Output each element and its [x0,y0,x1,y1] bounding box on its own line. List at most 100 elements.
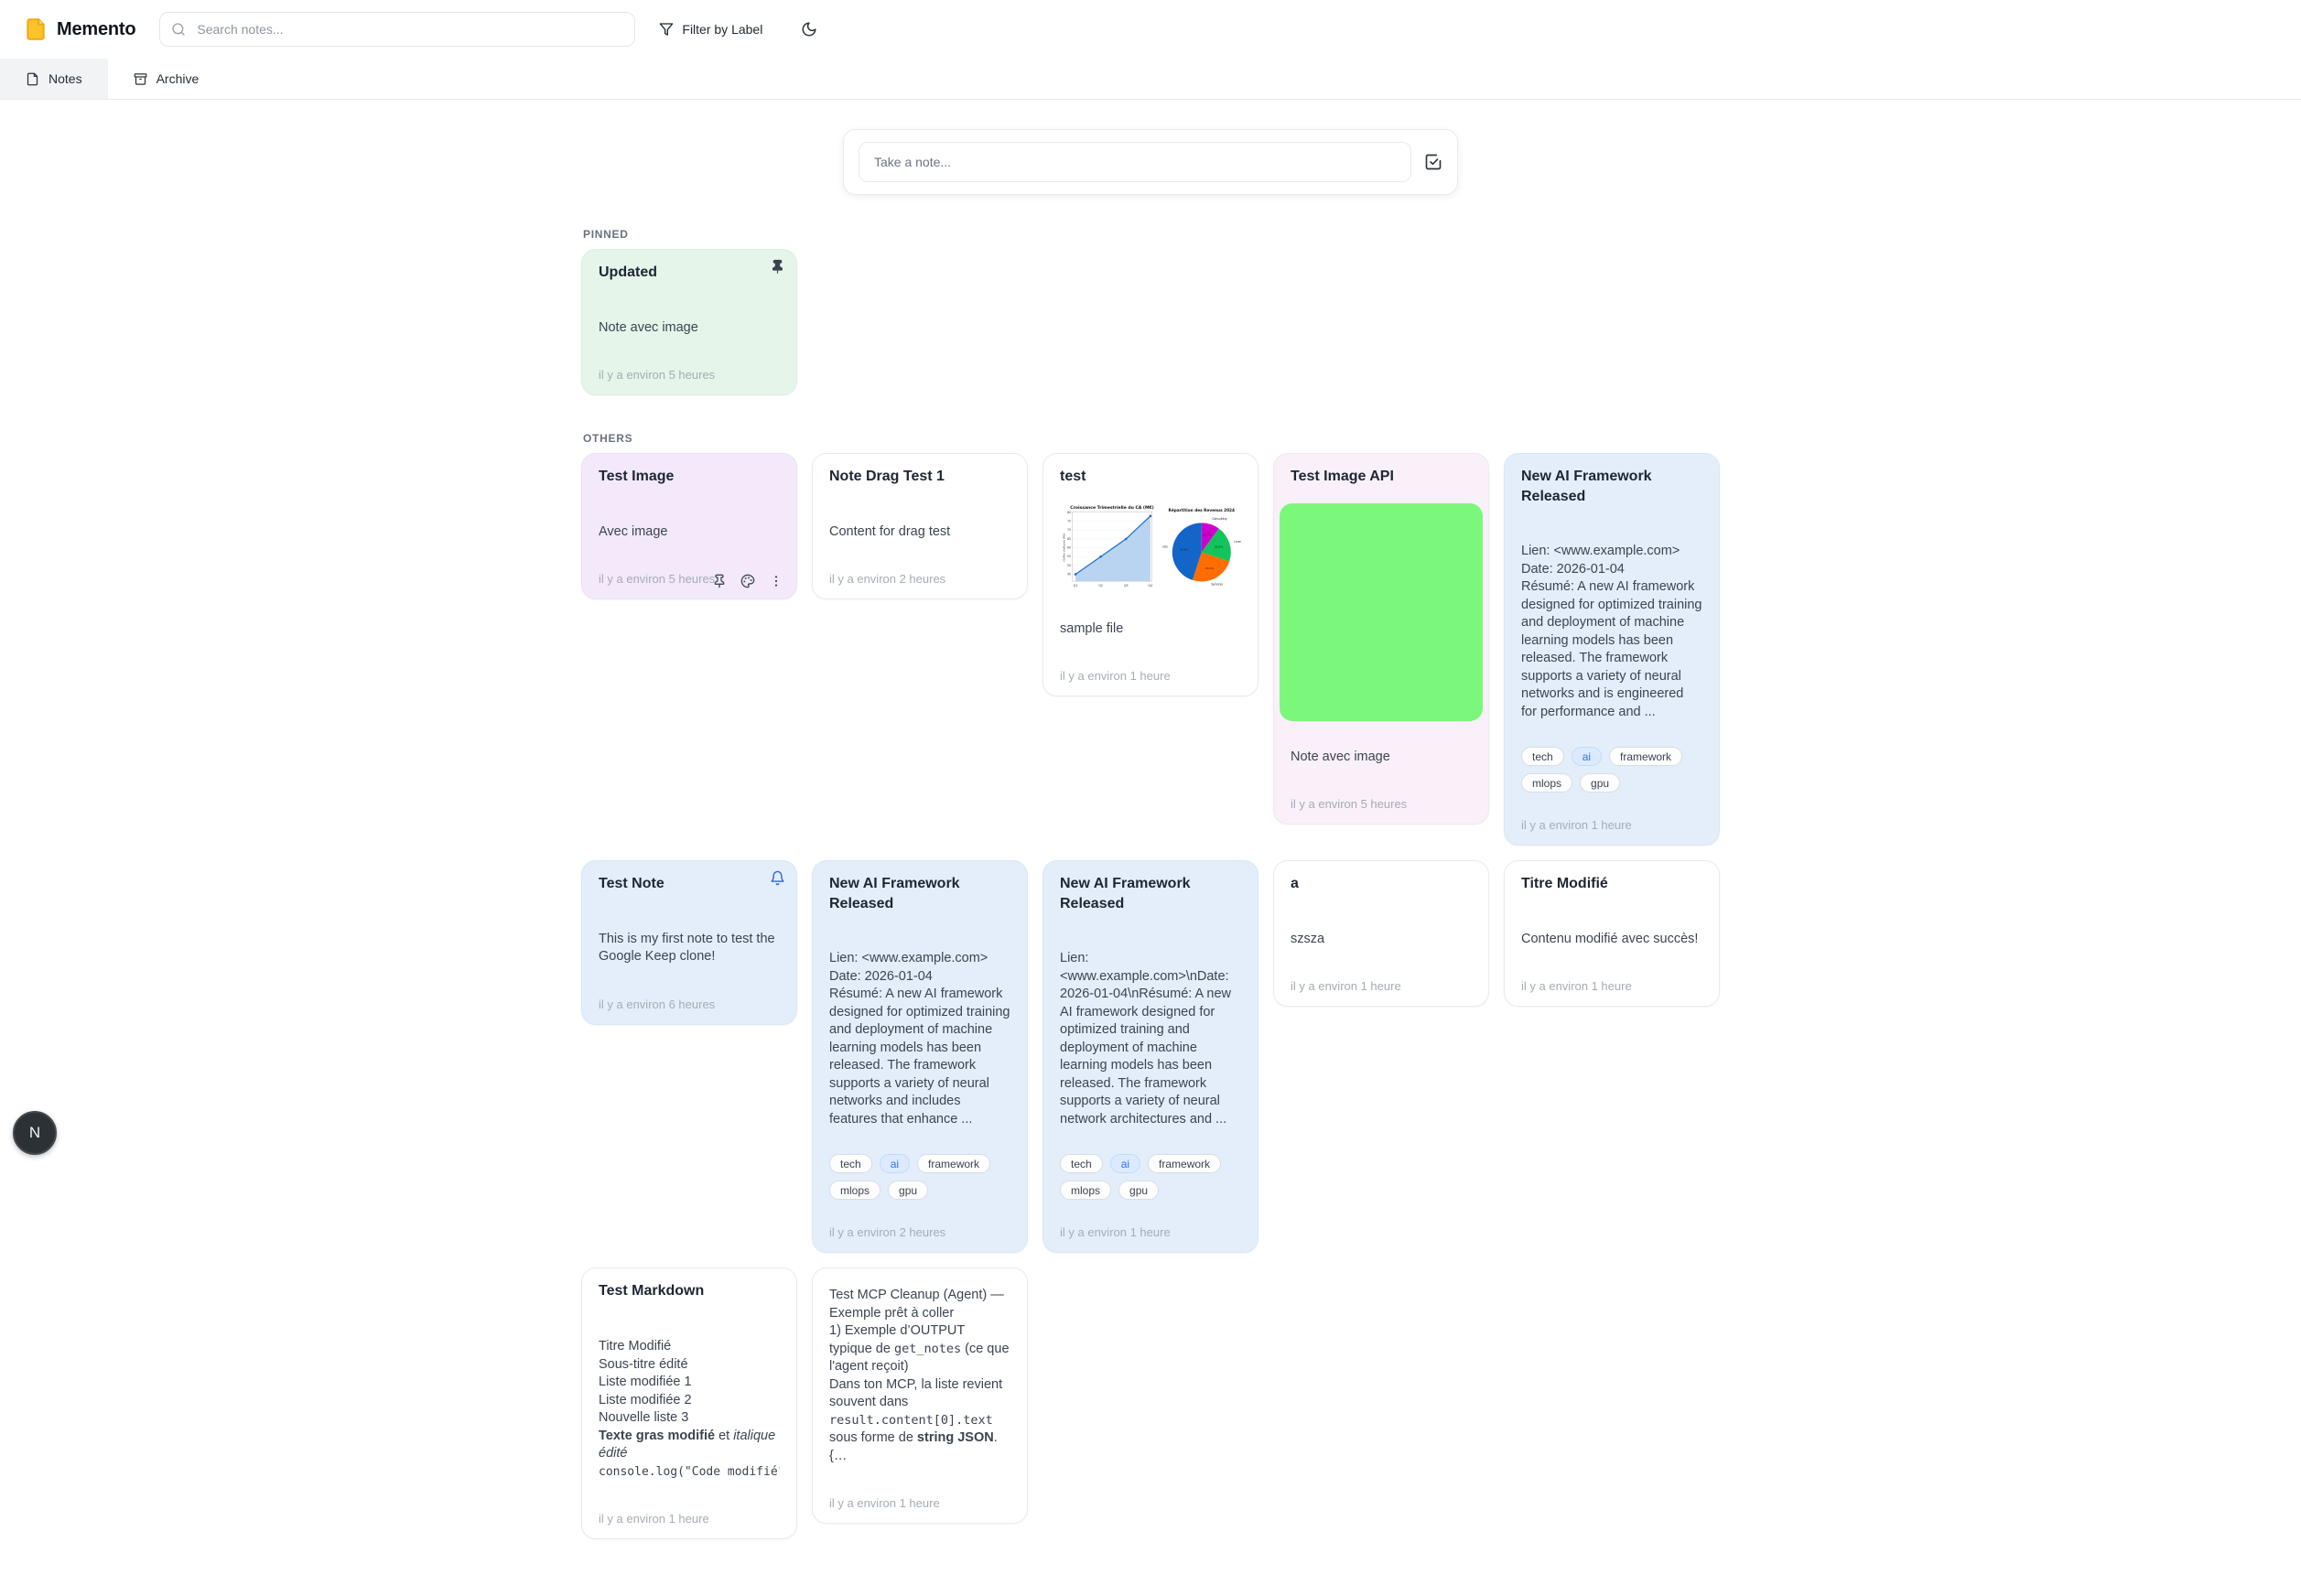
note-title: Test Note [599,874,780,894]
note-content: Test MCP Cleanup (Agent) — Exemple prêt … [829,1287,1010,1465]
pin-icon[interactable] [712,574,727,588]
note-tags: tech ai framework mlops gpu [829,1154,1010,1200]
svg-text:55: 55 [1067,555,1071,558]
md-code-line: console.log("Code modifié"); [599,1463,780,1482]
tag-mlops[interactable]: mlops [1060,1181,1111,1200]
note-content: Lien: <www.example.com> Date: 2026-01-04… [1521,543,1702,721]
tag-tech[interactable]: tech [1521,747,1564,766]
take-note-input[interactable] [859,142,1411,182]
note-card-test[interactable]: test Croissance Trimestrielle du CA (M€) [1042,453,1259,696]
svg-text:Services: Services [1212,582,1224,586]
note-title: Note Drag Test 1 [829,467,1010,487]
tag-gpu[interactable]: gpu [1580,773,1620,793]
tag-framework[interactable]: framework [1148,1154,1221,1173]
search-input[interactable] [159,12,635,47]
note-timestamp: il y a environ 6 heures [599,998,780,1011]
archive-icon [134,72,147,86]
line-chart-image: Croissance Trimestrielle du CA (M€) [1060,500,1157,597]
tag-mlops[interactable]: mlops [829,1181,880,1200]
note-timestamp: il y a environ 1 heure [1521,979,1702,993]
svg-text:50: 50 [1067,563,1071,566]
svg-text:45: 45 [1067,572,1071,576]
note-tags: tech ai framework mlops gpu [1521,747,1702,793]
pie-chart-image: Répartition des Revenus 2024 45.0% 25.0%… [1162,500,1241,597]
filter-by-label-button[interactable]: Filter by Label [659,22,762,37]
theme-toggle-button[interactable] [801,21,817,38]
note-card-ai-framework-2[interactable]: New AI Framework Released Lien: <www.exa… [812,860,1028,1253]
svg-text:Croissance Trimestrielle du CA: Croissance Trimestrielle du CA (M€) [1070,505,1153,511]
note-timestamp: il y a environ 5 heures [599,368,780,382]
note-card-a[interactable]: a szsza il y a environ 1 heure [1273,860,1489,1007]
note-content: Content for drag test [829,523,1010,542]
note-card-titre-modifie[interactable]: Titre Modifié Contenu modifié avec succè… [1504,860,1720,1007]
tag-gpu[interactable]: gpu [888,1181,928,1200]
note-title: Test Markdown [599,1281,780,1301]
tag-tech[interactable]: tech [1060,1154,1103,1173]
app-header: Memento Filter by Label [0,0,2301,59]
square-check-icon [1424,153,1442,171]
note-card-ai-framework-3[interactable]: New AI Framework Released Lien: <www.exa… [1042,860,1259,1253]
note-attachments: Croissance Trimestrielle du CA (M€) [1060,500,1241,597]
note-actions [712,574,783,588]
note-content: sample file [1060,620,1241,639]
tab-notes[interactable]: Notes [0,59,108,99]
note-card-test-image[interactable]: Test Image Avec image il y a environ 5 h… [581,453,797,599]
note-card-mcp-cleanup[interactable]: Test MCP Cleanup (Agent) — Exemple prêt … [812,1267,1028,1524]
note-timestamp: il y a environ 5 heures [1291,797,1472,811]
note-timestamp: il y a environ 1 heure [1060,669,1241,683]
md-line: Texte gras modifié et italique édité [599,1428,780,1463]
tag-tech[interactable]: tech [829,1154,872,1173]
tab-archive-label: Archive [157,71,200,86]
note-card-updated[interactable]: Updated Note avec image il y a environ 5… [581,249,797,395]
others-section-label: OTHERS [583,432,1720,445]
svg-text:10.0%: 10.0% [1204,533,1212,536]
note-title: New AI Framework Released [829,874,1010,913]
note-timestamp: il y a environ 1 heure [599,1512,780,1526]
note-tags: tech ai framework mlops gpu [1060,1154,1241,1200]
tag-gpu[interactable]: gpu [1118,1181,1159,1200]
svg-text:Q1: Q1 [1074,584,1078,588]
tag-ai[interactable]: ai [1572,747,1602,766]
note-content: Lien: <www.example.com> Date: 2026-01-04… [829,950,1010,1128]
tab-archive[interactable]: Archive [108,59,225,99]
composer-edit-button[interactable] [1424,153,1442,171]
note-content: Note avec image [1291,749,1472,767]
svg-text:Q3: Q3 [1124,584,1129,588]
note-title: Test Image [599,467,780,487]
note-composer [843,129,1458,195]
note-timestamp: il y a environ 2 heures [829,1225,1010,1239]
note-content: Titre Modifié Sous-titre édité Liste mod… [599,1338,780,1481]
pin-icon[interactable] [770,259,785,279]
note-timestamp: il y a environ 1 heure [829,1496,1010,1510]
palette-icon[interactable] [740,574,755,588]
note-card-ai-framework-1[interactable]: New AI Framework Released Lien: <www.exa… [1504,453,1720,846]
more-vertical-icon[interactable] [769,574,783,588]
note-content: Avec image [599,523,780,542]
app-brand: Memento [24,17,135,41]
pinned-section-label: PINNED [583,228,1720,241]
tag-ai[interactable]: ai [1110,1154,1140,1173]
note-content: Lien: <www.example.com>\nDate: 2026-01-0… [1060,950,1241,1128]
bell-icon[interactable] [770,870,785,890]
tag-framework[interactable]: framework [1609,747,1682,766]
note-card-drag-test[interactable]: Note Drag Test 1 Content for drag test i… [812,453,1028,599]
filter-by-label-text: Filter by Label [682,22,762,37]
tab-bar: Notes Archive [0,59,2301,100]
note-content: Note avec image [599,319,780,338]
svg-text:75: 75 [1067,519,1071,523]
tag-mlops[interactable]: mlops [1521,773,1572,793]
note-card-test-image-api[interactable]: Test Image API Note avec image il y a en… [1273,453,1489,825]
note-card-test-markdown[interactable]: Test Markdown Titre Modifié Sous-titre é… [581,1267,797,1539]
note-title: test [1060,467,1241,487]
tag-framework[interactable]: framework [917,1154,990,1173]
note-card-test-note[interactable]: Test Note This is my first note to test … [581,860,797,1025]
notes-board: PINNED Updated Note avec image il y a en… [581,228,1720,1539]
user-avatar[interactable]: N [13,1111,57,1155]
svg-text:80: 80 [1067,511,1071,514]
tag-ai[interactable]: ai [880,1154,910,1173]
svg-text:Chiffre d'affaires (M€): Chiffre d'affaires (M€) [1063,533,1066,561]
note-content: Contenu modifié avec succès! [1521,931,1702,949]
svg-text:20.0%: 20.0% [1215,545,1223,548]
svg-text:65: 65 [1067,537,1071,541]
note-title: a [1291,874,1472,894]
